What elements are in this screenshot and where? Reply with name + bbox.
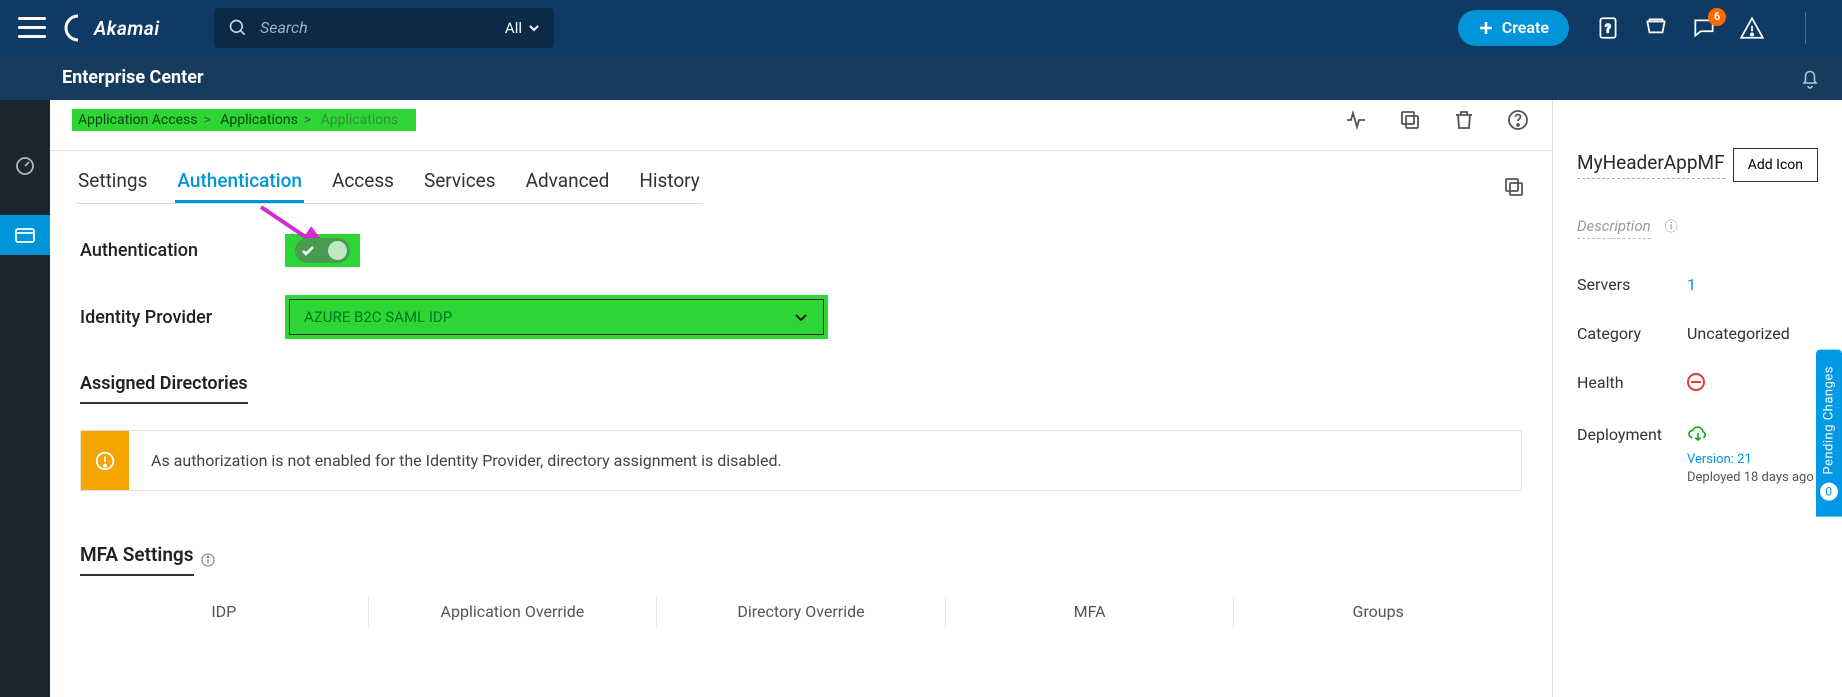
alert-text: As authorization is not enabled for the … (129, 431, 804, 490)
tab-advanced[interactable]: Advanced (524, 169, 612, 202)
rail-apps[interactable] (0, 215, 50, 255)
search-input[interactable] (260, 18, 493, 37)
create-button[interactable]: Create (1458, 10, 1569, 46)
tab-services[interactable]: Services (422, 169, 498, 202)
info-circle-icon[interactable] (200, 552, 216, 568)
tab-access[interactable]: Access (330, 169, 396, 202)
menu-hamburger[interactable] (18, 14, 46, 42)
search-box[interactable]: All (214, 8, 554, 48)
copy-icon[interactable] (1398, 108, 1422, 132)
chat-icon[interactable]: 6 (1691, 15, 1717, 41)
right-panel: MyHeaderAppMF Add Icon Description ⓘ Ser… (1552, 100, 1842, 697)
pending-changes-tab[interactable]: 0 Pending Changes (1816, 350, 1842, 517)
chat-badge: 6 (1708, 8, 1726, 26)
search-icon (228, 18, 248, 38)
app-name[interactable]: MyHeaderAppMF (1577, 151, 1725, 179)
idp-label: Identity Provider (80, 307, 285, 328)
trash-icon[interactable] (1452, 108, 1476, 132)
deployment-age: Deployed 18 days ago (1687, 470, 1818, 485)
servers-value[interactable]: 1 (1687, 275, 1696, 294)
topbar-icons: ? 6 (1595, 12, 1824, 44)
idp-dropdown[interactable]: AZURE B2C SAML IDP (289, 299, 824, 335)
category-label: Category (1577, 324, 1687, 343)
health-bad-icon (1687, 373, 1705, 391)
search-filter-dropdown[interactable]: All (505, 19, 540, 37)
col-mfa: MFA (945, 596, 1234, 627)
col-groups: Groups (1233, 596, 1522, 627)
mfa-heading: MFA Settings (80, 543, 1522, 576)
deployment-value[interactable] (1687, 425, 1709, 444)
activity-icon[interactable] (1344, 108, 1368, 132)
secondary-bar: Enterprise Center (0, 55, 1842, 100)
tab-history[interactable]: History (637, 169, 701, 202)
health-label: Health (1577, 373, 1687, 395)
category-value: Uncategorized (1687, 324, 1790, 343)
auth-toggle[interactable] (295, 238, 350, 263)
check-icon (301, 244, 315, 258)
page-action-icons (1344, 108, 1530, 132)
mfa-columns: IDP Application Override Directory Overr… (50, 596, 1552, 627)
directory-disabled-alert: As authorization is not enabled for the … (80, 430, 1522, 491)
col-idp: IDP (80, 596, 368, 627)
breadcrumb-current: Applications (321, 112, 399, 128)
secondary-title: Enterprise Center (62, 67, 204, 88)
description-field[interactable]: Description (1577, 217, 1651, 239)
info-circle-icon[interactable]: ⓘ (1665, 220, 1678, 235)
warning-icon (81, 431, 129, 490)
idp-value: AZURE B2C SAML IDP (304, 308, 452, 326)
deployment-version[interactable]: Version: 21 (1687, 452, 1818, 467)
pending-count: 0 (1820, 483, 1838, 501)
clipboard-help-icon[interactable]: ? (1595, 15, 1621, 41)
tab-authentication[interactable]: Authentication (175, 169, 304, 202)
cart-icon[interactable] (1643, 15, 1669, 41)
tabs-row: Settings Authentication Access Services … (50, 151, 1552, 204)
help-circle-icon[interactable] (1506, 108, 1530, 132)
plus-icon (1478, 20, 1494, 36)
tab-settings[interactable]: Settings (76, 169, 149, 202)
svg-text:?: ? (1605, 21, 1611, 35)
col-dir-override: Directory Override (656, 596, 945, 627)
akamai-logo[interactable]: Akamai (64, 14, 174, 42)
chevron-down-icon (793, 309, 809, 325)
alert-triangle-icon[interactable] (1739, 15, 1765, 41)
assigned-dirs-heading: Assigned Directories (80, 373, 248, 404)
duplicate-icon[interactable] (1502, 175, 1526, 199)
breadcrumb-mid[interactable]: Applications (220, 112, 298, 128)
servers-label: Servers (1577, 275, 1687, 294)
rail-dashboard[interactable] (0, 145, 50, 185)
breadcrumb: Application Access> Applications> Applic… (72, 109, 416, 131)
chevron-down-icon (528, 22, 540, 34)
col-app-override: Application Override (368, 596, 657, 627)
main-content: Application Access> Applications> Applic… (50, 100, 1552, 697)
top-bar: Akamai All Create ? 6 (0, 0, 1842, 55)
left-rail (0, 100, 50, 697)
svg-text:Akamai: Akamai (93, 17, 160, 40)
breadcrumb-root[interactable]: Application Access (78, 112, 197, 128)
add-icon-button[interactable]: Add Icon (1733, 148, 1818, 182)
cloud-download-icon (1687, 425, 1709, 443)
health-value (1687, 373, 1705, 395)
auth-label: Authentication (80, 240, 285, 261)
bell-icon[interactable] (1798, 66, 1822, 90)
deployment-label: Deployment (1577, 425, 1687, 444)
